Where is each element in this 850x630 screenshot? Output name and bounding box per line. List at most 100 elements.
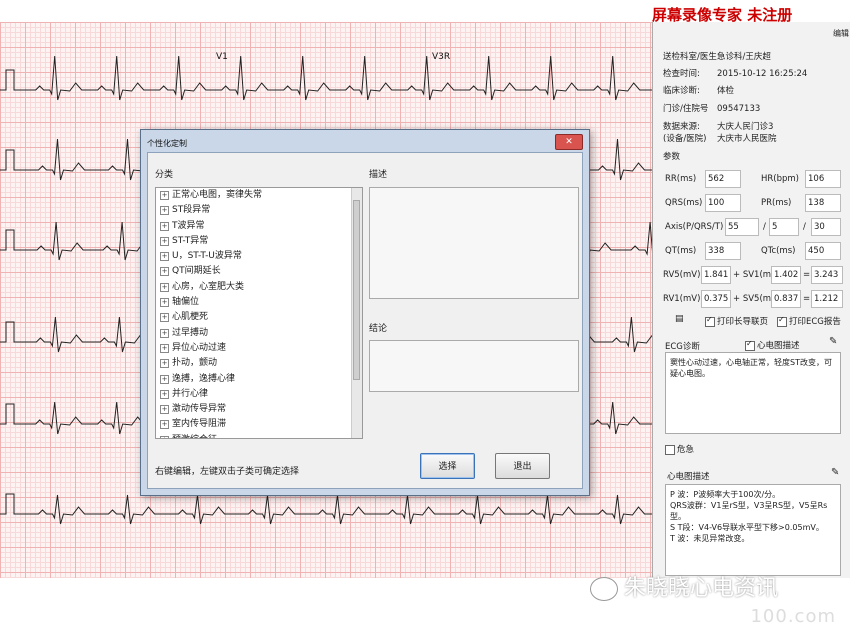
expand-icon[interactable]: + [160, 435, 169, 438]
tree-item-label: ST段异常 [172, 205, 211, 216]
axis-p-field[interactable]: 55 [725, 218, 759, 236]
tree-item-label: 激动传导异常 [172, 404, 227, 415]
select-button[interactable]: 选择 [420, 453, 475, 479]
pr-field[interactable]: 138 [805, 194, 841, 212]
sv5-field[interactable]: 0.837 [771, 290, 801, 308]
params-heading: 参数 [663, 152, 681, 162]
rv1sv5-field[interactable]: 1.212 [811, 290, 843, 308]
tree-item[interactable]: + 扑动，颤动 [156, 356, 362, 371]
print-ecg-toggle[interactable]: 打印ECG报告 [777, 315, 841, 327]
wechat-watermark: 朱晓晓心电资讯 [590, 570, 778, 602]
lead-label-v3r: V3R [432, 52, 451, 62]
expand-icon[interactable]: + [160, 405, 169, 415]
dialog-body: 分类 描述 + 正常心电图，窦律失常 + ST段异常 + T波异常 + ST-T异常 + U，ST… [147, 152, 583, 489]
expand-icon[interactable]: + [160, 343, 169, 353]
danger-checkbox[interactable] [665, 444, 675, 455]
tree-item[interactable]: + 心房，心室肥大类 [156, 280, 362, 295]
expand-icon[interactable]: + [160, 389, 169, 399]
rv5-field[interactable]: 1.841 [701, 266, 731, 284]
expand-icon[interactable]: + [160, 282, 169, 292]
dialog-title: 个性化定制 [147, 139, 187, 148]
description-box[interactable] [369, 187, 579, 299]
tree-item[interactable]: + ST段异常 [156, 203, 362, 218]
hr-field[interactable]: 106 [805, 170, 841, 188]
info-row-diagnosis: 临床诊断: 体检 [663, 86, 735, 96]
rv1-field[interactable]: 0.375 [701, 290, 731, 308]
rv5-label: RV5(mV) [663, 270, 701, 280]
expand-icon[interactable]: + [160, 252, 169, 262]
description-label: 描述 [369, 170, 388, 180]
rv5sv1-field[interactable]: 3.243 [811, 266, 843, 284]
danger-toggle[interactable]: 危急 [665, 443, 694, 455]
tree-item-label: 预激综合征 [172, 435, 217, 438]
info-row-id: 门诊/住院号 09547133 [663, 104, 761, 114]
qt-field[interactable]: 338 [705, 242, 741, 260]
desc-line: T 波：未见异常改变。 [670, 534, 750, 543]
print-ecg-checkbox[interactable] [777, 315, 787, 327]
expand-icon[interactable]: + [160, 191, 169, 200]
expand-icon[interactable]: + [160, 221, 169, 231]
tree-item[interactable]: + 并行心律 [156, 387, 362, 402]
expand-icon[interactable]: + [160, 374, 169, 384]
hr-label: HR(bpm) [761, 174, 800, 184]
conclusion-label: 结论 [369, 324, 388, 334]
qtc-label: QTc(ms) [761, 246, 796, 256]
exit-button[interactable]: 退出 [495, 453, 550, 479]
tree-item[interactable]: + ST-T异常 [156, 234, 362, 249]
axis-t-field[interactable]: 30 [811, 218, 841, 236]
wechat-icon [590, 577, 618, 601]
expand-icon[interactable]: + [160, 236, 169, 246]
description-textarea[interactable]: P 波：P波频率大于100次/分。 QRS波群：V1呈rS型，V3呈RS型，V5… [665, 484, 841, 576]
rr-field[interactable]: 562 [705, 170, 741, 188]
sv1-field[interactable]: 1.402 [771, 266, 801, 284]
tree-item-label: 正常心电图，窦律失常 [172, 190, 263, 200]
qrs-field[interactable]: 100 [705, 194, 741, 212]
desc-checkbox[interactable] [745, 339, 755, 351]
tree-item-label: 过早搏动 [172, 327, 209, 338]
expand-icon[interactable]: + [160, 420, 169, 430]
expand-icon[interactable]: + [160, 298, 169, 308]
recorder-watermark: 屏幕录像专家 未注册 [652, 6, 793, 24]
tree-item[interactable]: + 异位心动过速 [156, 341, 362, 356]
diagnosis-textarea[interactable]: 窦性心动过速，心电轴正常，轻度ST改变，可疑心电图。 [665, 352, 841, 434]
tree-item[interactable]: + T波异常 [156, 219, 362, 234]
category-tree[interactable]: + 正常心电图，窦律失常 + ST段异常 + T波异常 + ST-T异常 + U，ST-T-U波异… [155, 187, 363, 439]
close-icon: ✕ [565, 137, 573, 147]
tree-scrollbar[interactable] [351, 188, 362, 438]
expand-icon[interactable]: + [160, 328, 169, 338]
tree-item-label: 心房，心室肥大类 [172, 281, 245, 292]
expand-icon[interactable]: + [160, 206, 169, 216]
info-row-dept: 送检科室/医生:急诊科/王庆超 [663, 52, 771, 62]
rr-label: RR(ms) [665, 174, 697, 184]
conclusion-box[interactable] [369, 340, 579, 392]
print-long-checkbox[interactable] [705, 315, 715, 327]
tree-item[interactable]: + 心肌梗死 [156, 310, 362, 325]
ecg-desc-heading: 心电图描述 [667, 472, 710, 482]
tree-item[interactable]: + QT间期延长 [156, 264, 362, 279]
tree-item-label: 并行心律 [172, 388, 209, 399]
tree-item[interactable]: + 激动传导异常 [156, 402, 362, 417]
qtc-field[interactable]: 450 [805, 242, 841, 260]
tree-item[interactable]: + 过早搏动 [156, 326, 362, 341]
print-icon[interactable]: ▤ [675, 314, 684, 324]
tree-item[interactable]: + 逸搏，逸搏心律 [156, 372, 362, 387]
expand-icon[interactable]: + [160, 359, 169, 369]
ecg-trace [0, 493, 652, 525]
tree-item-label: 扑动，颤动 [172, 358, 218, 369]
category-label: 分类 [155, 170, 174, 180]
tree-item[interactable]: + U，ST-T-U波异常 [156, 249, 362, 264]
edit-desc-icon[interactable]: ✎ [831, 467, 839, 478]
tree-item[interactable]: +预激综合征 [156, 433, 362, 438]
edit-diag-icon[interactable]: ✎ [829, 336, 837, 347]
expand-icon[interactable]: + [160, 313, 169, 323]
tree-item[interactable]: + 正常心电图，窦律失常 [156, 188, 362, 203]
edit-label[interactable]: 编辑 [833, 28, 849, 39]
tree-item[interactable]: + 轴偏位 [156, 295, 362, 310]
desc-check-toggle[interactable]: 心电图描述 [745, 339, 800, 351]
print-long-toggle[interactable]: 打印长导联页 [705, 315, 768, 327]
axis-qrs-field[interactable]: 5 [769, 218, 799, 236]
tree-item[interactable]: + 室内传导阻滞 [156, 417, 362, 432]
expand-icon[interactable]: + [160, 267, 169, 277]
close-button[interactable]: ✕ [555, 134, 583, 150]
scroll-thumb[interactable] [353, 200, 360, 380]
